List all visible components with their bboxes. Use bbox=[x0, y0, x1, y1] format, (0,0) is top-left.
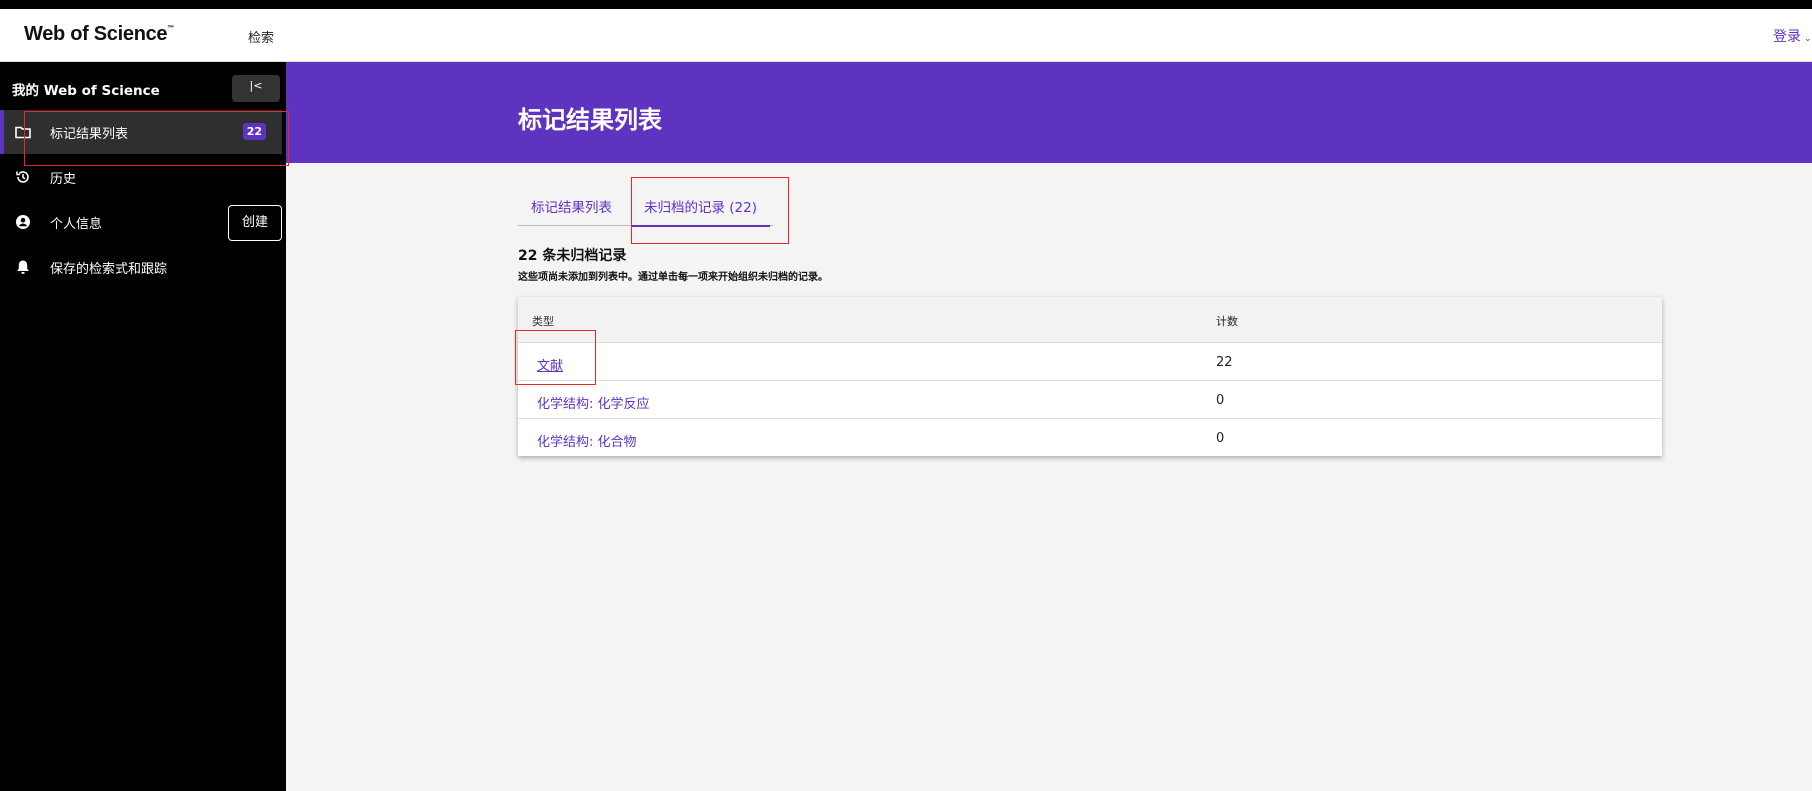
sidebar-item-marked-list[interactable]: 标记结果列表 22 bbox=[0, 110, 282, 154]
tab-unfiled-records[interactable]: 未归档的记录 (22) bbox=[631, 196, 771, 227]
tab-marked-list[interactable]: 标记结果列表 bbox=[518, 196, 625, 226]
marked-count-badge: 22 bbox=[242, 123, 266, 140]
record-type-link[interactable]: 化学结构: 化学反应 bbox=[537, 393, 650, 412]
nav-search-link[interactable]: 检索 bbox=[248, 27, 274, 46]
user-icon bbox=[13, 214, 33, 230]
web-of-science-logo[interactable]: Web of Science™ bbox=[24, 23, 174, 46]
record-type-link[interactable]: 化学结构: 化合物 bbox=[537, 431, 637, 450]
table-row: 化学结构: 化合物 0 bbox=[518, 418, 1662, 456]
unfiled-count-heading: 22 条未归档记录 bbox=[518, 248, 627, 264]
folder-icon bbox=[13, 126, 33, 139]
login-label: 登录 bbox=[1773, 29, 1801, 45]
sidebar-item-history[interactable]: 历史 bbox=[0, 155, 286, 199]
sidebar-item-saved-searches[interactable]: 保存的检索式和跟踪 bbox=[0, 245, 286, 289]
sidebar-item-label: 个人信息 bbox=[50, 216, 103, 232]
sidebar-title: 我的 Web of Science bbox=[12, 83, 160, 99]
history-icon bbox=[13, 169, 33, 185]
collapse-sidebar-button[interactable]: |< bbox=[232, 75, 280, 102]
unfiled-records-table: 类型 计数 文献 22 化学结构: 化学反应 0 化学结构: 化合物 0 bbox=[518, 297, 1662, 456]
table-row: 文献 22 bbox=[518, 342, 1662, 380]
tab-bar: 标记结果列表 未归档的记录 (22) bbox=[518, 193, 773, 227]
collapse-left-icon: |< bbox=[249, 79, 263, 92]
record-type-link[interactable]: 文献 bbox=[537, 355, 563, 374]
sidebar-item-label: 标记结果列表 bbox=[50, 126, 129, 142]
app-header: Web of Science™ 检索 登录 ⌄ bbox=[0, 9, 1812, 62]
trademark: ™ bbox=[167, 25, 174, 32]
record-count: 0 bbox=[1216, 393, 1225, 408]
create-profile-button[interactable]: 创建 bbox=[228, 205, 282, 241]
record-count: 22 bbox=[1216, 355, 1233, 370]
window-top-bar bbox=[0, 0, 1812, 9]
sidebar: 我的 Web of Science |< 标记结果列表 22 历史 个人信息 创… bbox=[0, 62, 286, 791]
login-menu[interactable]: 登录 ⌄ bbox=[1773, 26, 1812, 46]
table-row: 化学结构: 化学反应 0 bbox=[518, 380, 1662, 418]
logo-text: Web of Science bbox=[24, 23, 168, 45]
chevron-down-icon: ⌄ bbox=[1804, 34, 1812, 44]
page-banner: 标记结果列表 bbox=[286, 62, 1812, 163]
column-header-count: 计数 bbox=[1216, 315, 1238, 328]
table-header-row: 类型 计数 bbox=[518, 297, 1662, 342]
sidebar-item-label: 保存的检索式和跟踪 bbox=[50, 261, 168, 277]
column-header-type: 类型 bbox=[532, 315, 554, 328]
unfiled-description: 这些项尚未添加到列表中。通过单击每一项来开始组织未归档的记录。 bbox=[518, 272, 828, 283]
record-count: 0 bbox=[1216, 431, 1225, 446]
page-title: 标记结果列表 bbox=[518, 106, 662, 134]
sidebar-item-label: 历史 bbox=[50, 171, 77, 187]
bell-icon bbox=[13, 259, 33, 275]
